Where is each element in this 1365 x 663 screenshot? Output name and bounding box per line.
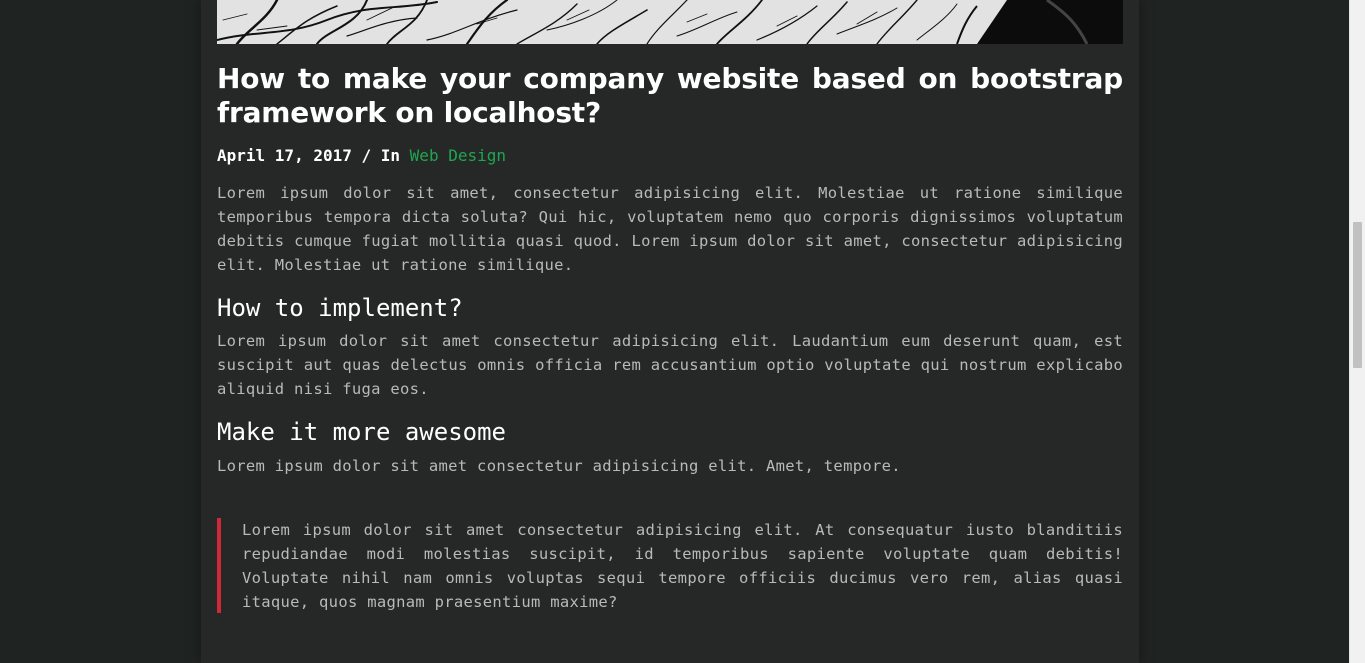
post-title: How to make your company website based o… xyxy=(217,62,1123,129)
meta-separator: / In xyxy=(361,146,401,165)
next-section-heading-clipped xyxy=(217,648,637,663)
post-date: April 17, 2017 xyxy=(217,146,352,165)
post-intro-paragraph: Lorem ipsum dolor sit amet, consectetur … xyxy=(217,184,1123,274)
post-category-link[interactable]: Web Design xyxy=(410,146,506,165)
section-heading-awesome: Make it more awesome xyxy=(217,418,506,446)
post-hero-image xyxy=(217,0,1123,44)
section-body-implement: Lorem ipsum dolor sit amet consectetur a… xyxy=(217,332,1123,398)
scrollbar-thumb[interactable] xyxy=(1353,222,1362,368)
vertical-scrollbar[interactable] xyxy=(1349,0,1365,663)
section-body-awesome: Lorem ipsum dolor sit amet consectetur a… xyxy=(217,457,901,475)
section-heading-implement: How to implement? xyxy=(217,294,463,322)
tree-branches-illustration xyxy=(217,0,1123,44)
blockquote-text: Lorem ipsum dolor sit amet consectetur a… xyxy=(242,521,1123,611)
page: How to make your company website based o… xyxy=(0,0,1365,663)
clipped-heading-glyphs xyxy=(217,656,637,663)
post-meta: April 17, 2017 / In Web Design xyxy=(217,146,506,166)
post-blockquote: Lorem ipsum dolor sit amet consectetur a… xyxy=(217,518,1123,613)
